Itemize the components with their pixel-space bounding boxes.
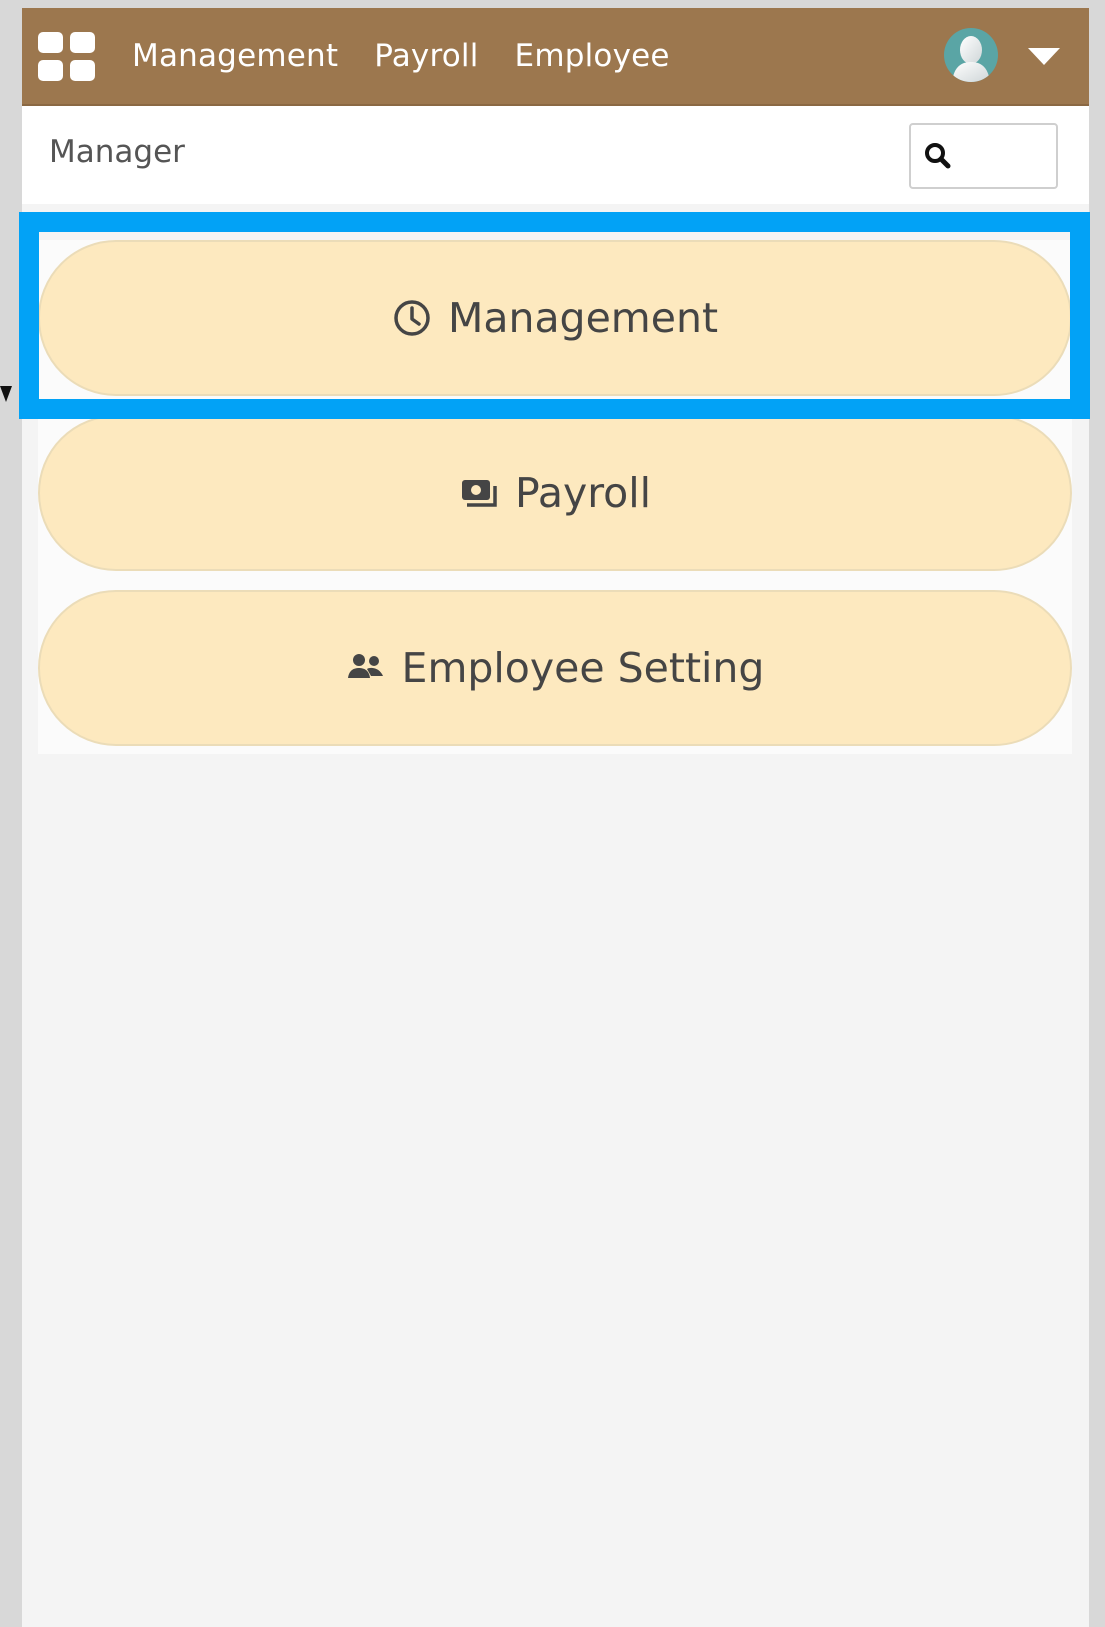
search-icon	[925, 143, 951, 169]
sub-header: Manager	[22, 106, 1089, 204]
caret-down-icon[interactable]	[1028, 48, 1060, 65]
top-navbar: Management Payroll Employee	[22, 8, 1089, 106]
nav-item-payroll[interactable]: Payroll	[374, 38, 478, 74]
employee-setting-button[interactable]: Employee Setting	[38, 590, 1072, 746]
user-silhouette-icon	[952, 36, 990, 82]
user-avatar[interactable]	[944, 28, 998, 82]
apps-grid-icon[interactable]	[38, 32, 96, 82]
management-button-label: Management	[447, 294, 719, 342]
pointer-arrow-icon	[0, 386, 12, 402]
nav-item-management[interactable]: Management	[132, 38, 338, 74]
app-frame: Management Payroll Employee Manager Mana…	[19, 8, 1090, 1627]
payroll-button[interactable]: Payroll	[38, 415, 1072, 571]
main-nav: Management Payroll Employee	[132, 8, 706, 104]
search-input[interactable]	[909, 123, 1058, 189]
clock-icon	[394, 300, 430, 336]
page-title: Manager	[49, 134, 185, 170]
menu-panel: Management Payroll Employee Setting	[38, 240, 1072, 754]
users-icon	[347, 654, 383, 678]
management-button[interactable]: Management	[38, 240, 1072, 396]
nav-item-employee[interactable]: Employee	[515, 38, 670, 74]
payroll-button-label: Payroll	[514, 469, 652, 517]
money-icon	[461, 480, 497, 507]
employee-setting-button-label: Employee Setting	[401, 644, 765, 692]
